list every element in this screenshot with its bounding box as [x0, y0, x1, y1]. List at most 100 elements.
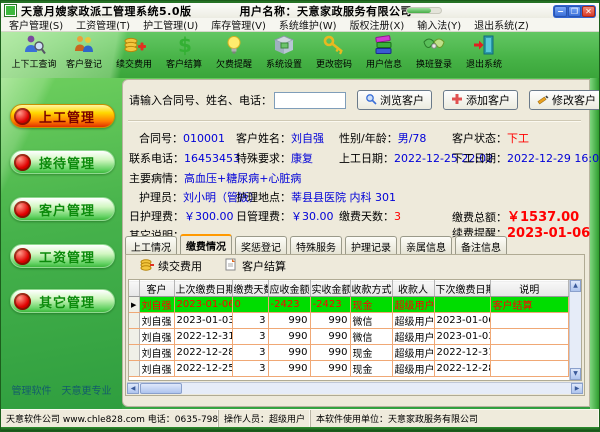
menu-item-customer[interactable]: 客户管理(S) [9, 17, 63, 32]
toolbar-shift-login-button[interactable]: 换班登录 [409, 34, 459, 78]
header-received[interactable]: 实收金额 [310, 281, 350, 297]
red-lamp-icon [14, 108, 31, 125]
field-illness: 主要病情：高血压+糖尿病+心脏病 [129, 170, 301, 186]
field-contract-no: 合同号：010001 [139, 130, 225, 146]
search-row: 请输入合同号、姓名、电话： 浏览客户 添加客户 修改客户 ✕ 清除信息 [129, 89, 600, 111]
tab-shanggong[interactable]: 上工情况 [125, 236, 177, 255]
header-next-pay-date[interactable]: 下次缴费日期 [434, 281, 490, 297]
scroll-left-button[interactable]: ◀ [127, 383, 139, 394]
toolbar-arrears-reminder-button[interactable]: 欠费提醒 [209, 34, 259, 78]
table-row[interactable]: 刘自强2022-12-31 3990 990微信 超级用户2023-01-03 [129, 329, 569, 345]
toolbar-change-password-button[interactable]: 更改密码 [309, 34, 359, 78]
browse-customer-button[interactable]: 浏览客户 [357, 90, 432, 110]
table-row[interactable]: 刘自强2022-12-28 3990 990现金 超级用户2022-12-31 [129, 345, 569, 361]
status-unit: 本软件使用单位：天意家政服务有限公司 [311, 410, 599, 427]
scroll-up-button[interactable]: ▲ [570, 280, 581, 292]
payments-table-wrap: 客户 上次缴费日期 缴费天数 应收金额 实收金额 收款方式 收款人 下次缴费日期… [128, 279, 582, 381]
toolbar: 上下工查询 客户登记 续交费用 $ 客户结算 欠费提醒 系统设置 更改密码 用户 [1, 32, 599, 78]
change-password-icon [322, 34, 346, 56]
table-row[interactable]: 刘自强2022-12-25 3990 990现金 超级用户2022-12-28 [129, 361, 569, 377]
titlebar-decoration [406, 7, 442, 14]
tab-qinshu[interactable]: 亲属信息 [400, 236, 452, 255]
coin-stack-icon [140, 258, 154, 274]
toolbar-system-settings-button[interactable]: 系统设置 [259, 34, 309, 78]
status-company: 天意软件公司 www.chle828.com 电话：0635-7987985/7… [1, 410, 219, 427]
menu-item-ime[interactable]: 输入法(Y) [417, 17, 461, 32]
header-pay-method[interactable]: 收款方式 [350, 281, 392, 297]
window-controls: − ❐ ✕ [553, 5, 596, 18]
close-button[interactable]: ✕ [582, 6, 595, 17]
scroll-down-button[interactable]: ▼ [570, 368, 581, 380]
toolbar-exit-button[interactable]: 退出系统 [459, 34, 509, 78]
scroll-right-button[interactable]: ▶ [571, 383, 583, 394]
toolbar-customer-settle-button[interactable]: $ 客户结算 [159, 34, 209, 78]
menu-item-exit[interactable]: 退出系统(Z) [474, 17, 529, 32]
tab-jiaofei[interactable]: 缴费情况 [180, 234, 232, 255]
sidebar-button-gongzi[interactable]: 工资管理 [10, 244, 115, 268]
search-input[interactable] [274, 92, 346, 109]
field-customer-name: 客户姓名：刘自强 [236, 130, 324, 146]
sidebar-button-jiedai[interactable]: 接待管理 [10, 150, 115, 174]
arrears-reminder-icon [222, 34, 246, 56]
minimize-button[interactable]: − [554, 6, 567, 17]
statusbar: 天意软件公司 www.chle828.com 电话：0635-7987985/7… [1, 409, 599, 427]
modify-customer-button[interactable]: 修改客户 [529, 90, 600, 110]
worker-search-icon [22, 34, 46, 56]
toolbar-work-query-button[interactable]: 上下工查询 [9, 34, 59, 78]
body: 上工管理 接待管理 客户管理 工资管理 其它管理 管理软件 天意更专业 [1, 78, 599, 409]
sidebar-button-qita[interactable]: 其它管理 [10, 289, 115, 313]
renew-fee-button[interactable]: 续交费用 [140, 258, 202, 274]
search-label: 请输入合同号、姓名、电话： [129, 92, 272, 108]
toolbar-renew-fee-button[interactable]: 续交费用 [109, 34, 159, 78]
renew-payment-icon [122, 34, 146, 56]
header-note[interactable]: 说明 [490, 281, 569, 297]
red-lamp-icon [14, 248, 31, 265]
vertical-scrollbar[interactable]: ▲ ▼ [569, 280, 581, 380]
toolbar-customer-register-button[interactable]: 客户登记 [59, 34, 109, 78]
app-icon [5, 5, 16, 16]
payment-tab-panel: 续交费用 客户结算 [125, 254, 585, 396]
tab-jiangcheng[interactable]: 奖惩登记 [235, 236, 287, 255]
menubar: 客户管理(S) 工资管理(T) 护工管理(U) 库存管理(V) 系统维护(W) … [1, 18, 599, 32]
header-last-pay-date[interactable]: 上次缴费日期 [174, 281, 232, 297]
table-row[interactable]: 刘自强2023-01-03 3990 990微信 超级用户2023-01-06 [129, 313, 569, 329]
field-daily-mgmt-fee: 日管理费：￥30.00 [236, 208, 334, 224]
main-panel: 请输入合同号、姓名、电话： 浏览客户 添加客户 修改客户 ✕ 清除信息 [122, 79, 590, 407]
tab-huli[interactable]: 护理记录 [345, 236, 397, 255]
red-lamp-icon [14, 201, 31, 218]
add-customer-button[interactable]: 添加客户 [443, 90, 518, 110]
bottom-frame [1, 427, 599, 431]
menu-item-inventory[interactable]: 库存管理(V) [211, 17, 266, 32]
svg-text:$: $ [178, 34, 192, 56]
restore-button[interactable]: ❐ [568, 6, 581, 17]
menu-item-salary[interactable]: 工资管理(T) [76, 17, 130, 32]
toolbar-user-info-button[interactable]: 用户信息 [359, 34, 409, 78]
field-end-date: 下工日期：2022-12-29 16:05 [452, 150, 600, 166]
exit-system-icon [472, 34, 496, 56]
tab-beizhu[interactable]: 备注信息 [455, 236, 507, 255]
sidebar-button-shanggong[interactable]: 上工管理 [10, 104, 115, 128]
tab-actions: 续交费用 客户结算 [126, 255, 584, 277]
header-receivable[interactable]: 应收金额 [268, 281, 310, 297]
header-pay-days[interactable]: 缴费天数 [232, 281, 268, 297]
field-phone: 联系电话：16453453 [129, 150, 240, 166]
menu-item-caregiver[interactable]: 护工管理(U) [143, 17, 198, 32]
tab-teshu[interactable]: 特殊服务 [290, 236, 342, 255]
user-name-label: 用户名称：天意家政服务有限公司 [240, 3, 413, 19]
pencil-icon [537, 93, 549, 108]
field-paid-days: 缴费天数：3 [339, 208, 401, 224]
sidebar-button-kehu[interactable]: 客户管理 [10, 197, 115, 221]
horizontal-scrollbar[interactable]: ◀ ▶ [127, 382, 583, 394]
red-lamp-icon [14, 293, 31, 310]
header-customer[interactable]: 客户 [139, 281, 174, 297]
h-scroll-thumb[interactable] [140, 383, 182, 394]
menu-item-register[interactable]: 版权注册(X) [350, 17, 405, 32]
header-payee[interactable]: 收款人 [392, 281, 434, 297]
magnifier-icon [365, 93, 377, 108]
right-frame-strip [590, 78, 599, 409]
settle-customer-button[interactable]: 客户结算 [224, 258, 286, 274]
table-row[interactable]: ▶ 刘自强2023-01-06 0-2423 -2423现金 超级用户 客户结算 [129, 297, 569, 313]
shift-login-icon [422, 34, 446, 56]
sidebar-footer-label: 管理软件 天意更专业 [1, 382, 122, 397]
menu-item-maintenance[interactable]: 系统维护(W) [279, 17, 337, 32]
